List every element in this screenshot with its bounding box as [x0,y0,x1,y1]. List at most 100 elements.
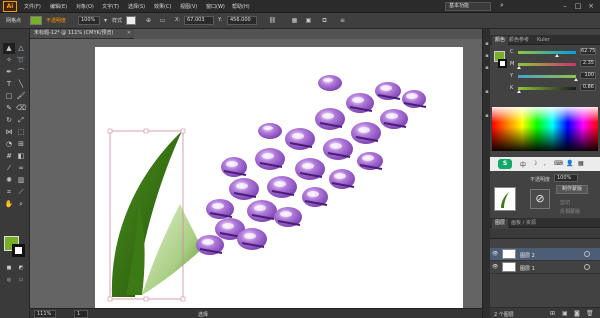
new-layer-icon[interactable]: ▣ [562,310,568,317]
menu-window[interactable]: 窗口(W) [206,3,225,10]
screen-mode-icon[interactable]: ▭ [15,275,27,286]
lasso-tool-icon[interactable]: ➰ [15,55,27,66]
keyboard-icon[interactable]: ⌨ [554,160,563,167]
menu-file[interactable]: 文件(F) [24,3,41,10]
target-icon[interactable] [584,251,590,257]
grid-icon[interactable]: ▦ [290,16,299,25]
zoom-field[interactable]: 111% [34,310,56,318]
eye-icon[interactable]: 👁 [492,251,498,257]
fill-color-swatch[interactable] [30,16,42,25]
workspace-switcher[interactable]: 基本功能 [445,2,491,11]
eye-icon[interactable]: 👁 [492,264,498,270]
link-icon[interactable]: ⛓ [268,16,277,25]
tab-layers[interactable]: 图层 [492,219,509,228]
gradient-mode-icon[interactable]: ◩ [15,263,27,274]
menu-select[interactable]: 选择(S) [128,3,145,10]
black-thumb[interactable] [517,90,521,93]
black-value-field[interactable]: 0.86 [580,84,596,91]
arrange-icon[interactable]: ⧉ [320,16,329,25]
pencil-tool-icon[interactable]: ✎ [3,103,15,114]
type-tool-icon[interactable]: T [3,79,15,90]
width-tool-icon[interactable]: ⋈ [3,127,15,138]
cyan-slider[interactable]: C 62.75 [510,48,598,57]
minimize-icon[interactable]: – [560,2,570,11]
curvature-tool-icon[interactable]: ⌒ [15,67,27,78]
layer-name[interactable]: 图层 2 [520,252,535,259]
y-field[interactable]: 456.000 [227,16,257,25]
menu-object[interactable]: 对象(O) [76,3,94,10]
document-tab[interactable]: 未标题-12* @ 111% (CMYK/预览) × [30,29,134,39]
menu-effect[interactable]: 效果(C) [154,3,171,10]
comma-icon[interactable]: , [544,160,546,167]
cyan-thumb[interactable] [555,54,559,57]
close-icon[interactable]: × [586,2,596,11]
eyedropper-tool-icon[interactable]: ⁄ [3,163,15,174]
stroke-color-swatch[interactable] [12,244,25,257]
panel-stroke-swatch[interactable] [498,59,507,68]
magenta-value-field[interactable]: 2.35 [580,60,596,67]
make-mask-button[interactable]: 制作蒙版 [556,185,588,194]
scale-tool-icon[interactable]: ⤢ [15,115,27,126]
shape-builder-tool-icon[interactable]: ◔ [3,139,15,150]
magic-wand-tool-icon[interactable]: ✧ [3,55,15,66]
zoom-tool-icon[interactable]: ⌕ [15,199,27,210]
pen-tool-icon[interactable]: ✒ [3,67,15,78]
layer-row[interactable]: 👁 图层 2 [490,248,600,261]
menu-edit[interactable]: 编辑(E) [50,3,67,10]
magenta-slider[interactable]: M 2.35 [510,60,598,69]
opacity-label[interactable]: 不透明度 [46,17,66,24]
black-slider[interactable]: K 0.86 [510,84,598,93]
color-mode-icon[interactable]: ■ [3,263,15,274]
draw-mode-icon[interactable]: ◎ [3,275,15,286]
eraser-tool-icon[interactable]: ⌫ [15,103,27,114]
graph-tool-icon[interactable]: ▥ [15,175,27,186]
transform-icon[interactable]: ▭ [158,16,167,25]
yellow-thumb[interactable] [574,78,578,81]
chinese-icon[interactable]: 中 [520,160,526,169]
canvas-area[interactable] [30,39,482,308]
yellow-slider[interactable]: Y 100 [510,72,598,81]
hand-tool-icon[interactable]: ✋ [3,199,15,210]
cyan-value-field[interactable]: 62.75 [580,48,596,55]
magenta-thumb[interactable] [517,66,521,69]
free-transform-tool-icon[interactable]: ⬚ [15,127,27,138]
tab-color-guide[interactable]: 颜色参考 [506,36,532,45]
slice-tool-icon[interactable]: ⟋ [15,187,27,198]
target-icon[interactable] [584,264,590,270]
new-sublayer-icon[interactable]: ⊞ [550,310,555,317]
selection-tool-icon[interactable]: ▲ [3,43,15,54]
rectangle-tool-icon[interactable]: □ [3,91,15,102]
x-field[interactable]: 67.003 [184,16,214,25]
menu-view[interactable]: 视图(V) [180,3,197,10]
paintbrush-tool-icon[interactable]: 🖌 [15,91,27,102]
no-mask-icon[interactable]: ⊘ [530,189,550,209]
grid-icon[interactable]: ▦ [578,160,584,167]
mask-icon[interactable]: ◙ [574,310,580,317]
line-tool-icon[interactable]: ╲ [15,79,27,90]
trash-icon[interactable]: 🗑 [586,310,594,317]
yellow-track[interactable] [518,75,576,78]
opacity-field[interactable]: 100% [78,16,100,25]
align-icon[interactable]: ⊕ [144,16,153,25]
moon-icon[interactable]: ☽ [532,160,537,167]
menu-type[interactable]: 文字(T) [102,3,119,10]
user-icon[interactable]: 👤 [566,160,573,167]
artboard-tool-icon[interactable]: ⌗ [3,187,15,198]
invert-mask-option[interactable]: 反相蒙版 [560,208,580,215]
perspective-grid-tool-icon[interactable]: ⊞ [15,139,27,150]
tab-kuler[interactable]: Kuler [534,36,553,45]
menu-icon[interactable]: ≡ [338,16,347,25]
envelope-icon[interactable]: ▣ [304,16,313,25]
clip-option[interactable]: 剪切 [560,199,570,206]
color-spectrum[interactable] [492,107,598,151]
magenta-track[interactable] [518,63,576,66]
artboard-number-field[interactable]: 1 [74,310,88,318]
tab-artboards[interactable]: 画板 / 资源 [508,219,539,228]
blend-tool-icon[interactable]: ∞ [15,163,27,174]
artwork[interactable] [30,39,482,308]
rotate-tool-icon[interactable]: ↻ [3,115,15,126]
style-swatch[interactable] [126,16,136,25]
layer-name[interactable]: 图层 1 [520,265,535,272]
cyan-track[interactable] [518,51,576,54]
black-track[interactable] [518,87,576,90]
